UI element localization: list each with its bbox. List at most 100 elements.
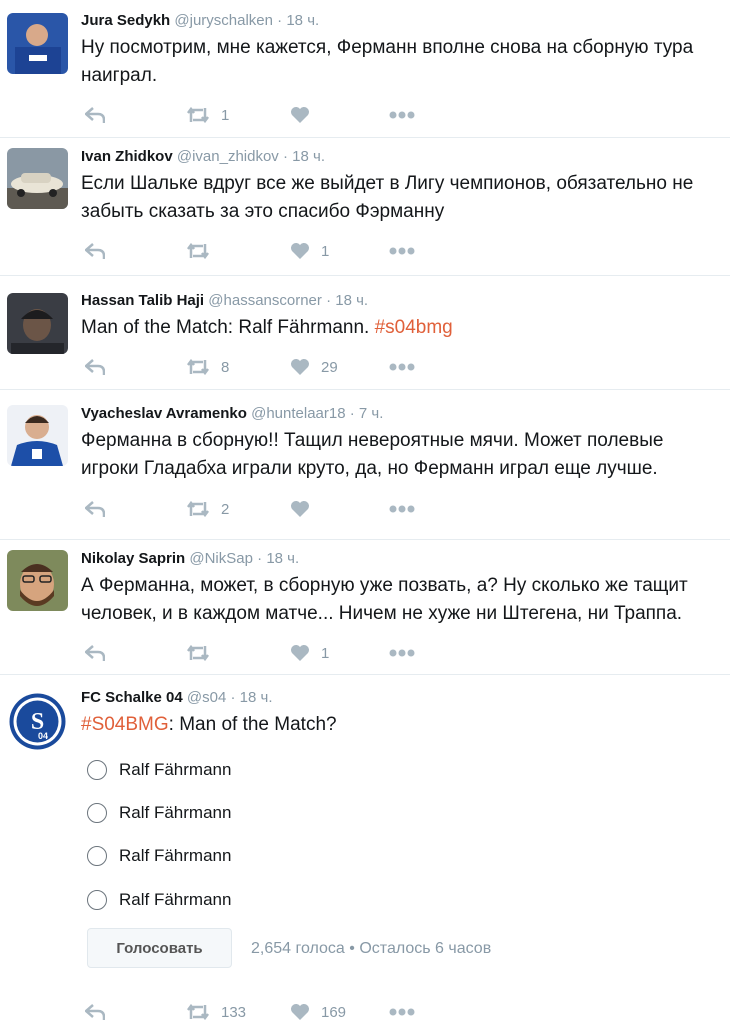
reply-icon: [85, 645, 105, 661]
tweet-header: Hassan Talib Haji @hassanscorner · 18 ч.: [81, 292, 368, 309]
like-button[interactable]: 1: [290, 642, 329, 664]
user-handle[interactable]: @hassanscorner: [208, 292, 322, 309]
user-name[interactable]: Ivan Zhidkov: [81, 148, 173, 165]
reply-button[interactable]: [85, 104, 105, 126]
retweet-count: 8: [221, 358, 230, 376]
separator: ·: [349, 405, 355, 422]
tweet-poll: S 04 FC Schalke 04 @s04 · 18 ч. #S04BMG: …: [0, 675, 730, 1034]
separator: ·: [282, 148, 288, 165]
timestamp[interactable]: 7 ч.: [359, 405, 384, 422]
reply-icon: [85, 243, 105, 259]
tweet-text: #S04BMG: Man of the Match?: [81, 711, 718, 739]
hashtag-link[interactable]: #S04BMG: [81, 714, 169, 735]
reply-button[interactable]: [85, 498, 105, 520]
tweet-text-content: : Man of the Match?: [168, 714, 337, 735]
retweet-button[interactable]: 133: [186, 1001, 246, 1023]
retweet-button[interactable]: 2: [186, 498, 229, 520]
like-count: 29: [321, 358, 338, 376]
retweet-icon: [187, 358, 209, 376]
like-button[interactable]: 29: [290, 356, 338, 378]
like-button[interactable]: 1: [290, 240, 329, 262]
heart-icon: [291, 243, 309, 259]
user-handle[interactable]: @s04: [187, 689, 226, 706]
heart-icon: [291, 1004, 309, 1020]
poll-option[interactable]: Ralf Fährmann: [87, 844, 231, 868]
reply-icon: [85, 501, 105, 517]
retweet-count: 1: [221, 106, 230, 124]
avatar[interactable]: [7, 293, 68, 354]
poll-vote-count: 2,654 голоса: [251, 940, 345, 957]
heart-icon: [291, 645, 309, 661]
tweet-text: Ферманна в сборную!! Тащил невероятные м…: [81, 427, 718, 483]
poll-option[interactable]: Ralf Fährmann: [87, 758, 231, 782]
user-handle[interactable]: @ivan_zhidkov: [177, 148, 279, 165]
reply-button[interactable]: [85, 1001, 105, 1023]
user-name[interactable]: Jura Sedykh: [81, 12, 170, 29]
tweet-text: А Ферманна, может, в сборную уже позвать…: [81, 572, 718, 628]
retweet-icon: [187, 500, 209, 518]
timestamp[interactable]: 18 ч.: [335, 292, 368, 309]
vote-button[interactable]: Голосовать: [87, 928, 232, 968]
like-button[interactable]: 169: [290, 1001, 346, 1023]
timestamp[interactable]: 18 ч.: [286, 12, 319, 29]
tweet-text: Ну посмотрим, мне кажется, Ферманн вполн…: [81, 34, 718, 90]
user-name[interactable]: Vyacheslav Avramenko: [81, 405, 247, 422]
tweet: Ivan Zhidkov @ivan_zhidkov · 18 ч. Если …: [0, 138, 730, 276]
poll-option[interactable]: Ralf Fährmann: [87, 888, 231, 912]
separator: ·: [326, 292, 332, 309]
tweet-header: Vyacheslav Avramenko @huntelaar18 · 7 ч.: [81, 405, 383, 422]
tweet-text: Если Шальке вдруг все же выйдет в Лигу ч…: [81, 170, 718, 226]
more-button[interactable]: [389, 1001, 415, 1023]
retweet-button[interactable]: 8: [186, 356, 229, 378]
retweet-icon: [187, 1003, 209, 1021]
user-handle[interactable]: @NikSap: [189, 550, 253, 567]
heart-icon: [291, 359, 309, 375]
retweet-icon: [187, 644, 209, 662]
poll-option-label: Ralf Fährmann: [119, 890, 232, 909]
retweet-button[interactable]: 1: [186, 104, 229, 126]
user-name[interactable]: Hassan Talib Haji: [81, 292, 204, 309]
hashtag-link[interactable]: #s04bmg: [375, 317, 453, 338]
retweet-button[interactable]: [186, 240, 221, 262]
radio-button[interactable]: [87, 760, 107, 780]
retweet-button[interactable]: [186, 642, 221, 664]
avatar[interactable]: [7, 550, 68, 611]
tweet-header: Jura Sedykh @juryschalken · 18 ч.: [81, 12, 319, 29]
poll-option[interactable]: Ralf Fährmann: [87, 801, 231, 825]
tweet: Vyacheslav Avramenko @huntelaar18 · 7 ч.…: [0, 390, 730, 540]
poll-option-label: Ralf Fährmann: [119, 846, 232, 865]
heart-icon: [291, 107, 309, 123]
timestamp[interactable]: 18 ч.: [292, 148, 325, 165]
user-name[interactable]: Nikolay Saprin: [81, 550, 185, 567]
avatar[interactable]: [7, 148, 68, 209]
more-button[interactable]: [389, 104, 415, 126]
more-button[interactable]: [389, 498, 415, 520]
tweet: Jura Sedykh @juryschalken · 18 ч. Ну пос…: [0, 0, 730, 138]
separator: •: [349, 940, 355, 957]
reply-button[interactable]: [85, 642, 105, 664]
user-name[interactable]: FC Schalke 04: [81, 689, 183, 706]
tweet-text: Man of the Match: Ralf Fährmann. #s04bmg: [81, 314, 718, 342]
like-button[interactable]: [290, 498, 321, 520]
user-handle[interactable]: @huntelaar18: [251, 405, 345, 422]
timestamp[interactable]: 18 ч.: [266, 550, 299, 567]
reply-button[interactable]: [85, 240, 105, 262]
reply-button[interactable]: [85, 356, 105, 378]
like-button[interactable]: [290, 104, 321, 126]
more-button[interactable]: [389, 642, 415, 664]
schalke-logo-avatar[interactable]: S 04: [7, 691, 68, 752]
avatar[interactable]: [7, 405, 68, 466]
avatar[interactable]: [7, 13, 68, 74]
radio-button[interactable]: [87, 803, 107, 823]
timestamp[interactable]: 18 ч.: [240, 689, 273, 706]
poll-time-remaining: Осталось 6 часов: [359, 940, 492, 957]
radio-button[interactable]: [87, 846, 107, 866]
radio-button[interactable]: [87, 890, 107, 910]
user-handle[interactable]: @juryschalken: [174, 12, 273, 29]
like-count: 169: [321, 1003, 347, 1021]
more-button[interactable]: [389, 356, 415, 378]
heart-icon: [291, 501, 309, 517]
more-button[interactable]: [389, 240, 415, 262]
more-icon: [389, 363, 415, 371]
tweet: Nikolay Saprin @NikSap · 18 ч. А Ферманн…: [0, 540, 730, 675]
